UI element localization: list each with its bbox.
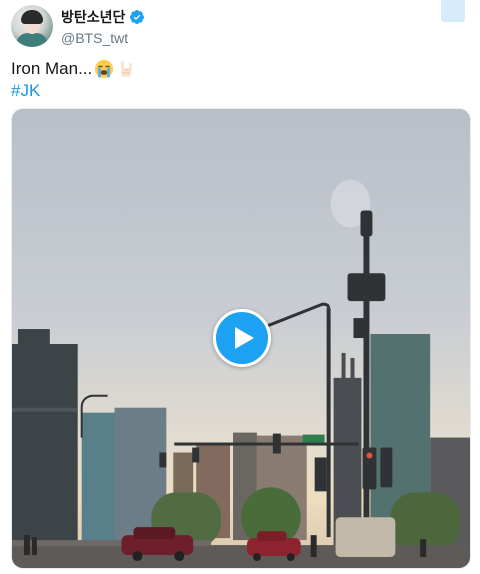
tweet-text: Iron Man...	[11, 58, 136, 80]
avatar[interactable]	[11, 5, 53, 47]
tweet-header: 방탄소년단 @BTS_twt	[11, 4, 145, 48]
tweet-text-content: Iron Man...	[11, 59, 93, 78]
play-button[interactable]	[213, 309, 271, 367]
sign-of-the-horns-icon	[116, 59, 136, 79]
loudly-crying-face-icon	[94, 59, 114, 79]
display-name[interactable]: 방탄소년단	[61, 7, 125, 27]
hashtag-link[interactable]: #JK	[11, 80, 40, 102]
verified-badge-icon	[129, 9, 145, 25]
video-player[interactable]	[11, 108, 471, 569]
user-handle[interactable]: @BTS_twt	[61, 30, 145, 46]
play-icon	[235, 327, 254, 349]
author-names: 방탄소년단 @BTS_twt	[61, 7, 145, 46]
caret-down-icon[interactable]	[441, 0, 465, 22]
